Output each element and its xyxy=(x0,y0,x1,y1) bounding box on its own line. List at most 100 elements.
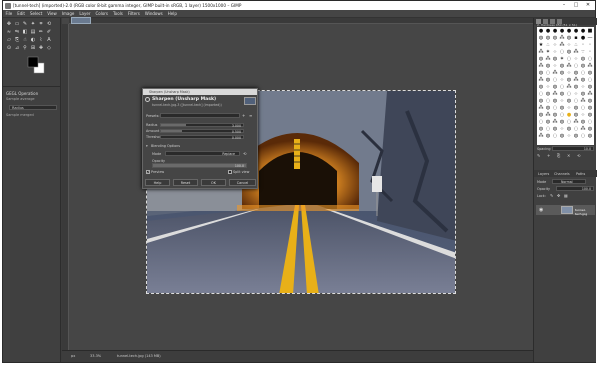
brush-item[interactable]: ◍ xyxy=(559,91,565,97)
brush-item[interactable]: ⁂ xyxy=(545,112,551,118)
dodge-icon[interactable]: ◐ xyxy=(30,37,36,43)
brush-item[interactable]: ⁘ xyxy=(566,133,572,139)
spacing-slider[interactable]: 10.0 xyxy=(552,146,594,151)
brush-item[interactable]: ◍ xyxy=(573,133,579,139)
threshold-slider[interactable]: 0.000 xyxy=(160,134,244,140)
move-icon[interactable]: ✥ xyxy=(6,21,12,27)
brush-item[interactable]: ◌ xyxy=(587,77,593,83)
brush-item[interactable]: ◌ xyxy=(545,126,551,132)
brush-item[interactable]: ◍ xyxy=(587,112,593,118)
brush-item[interactable]: ◍ xyxy=(538,56,544,62)
brush-item[interactable]: ⁘ xyxy=(566,105,572,111)
brush-item[interactable]: ⁂ xyxy=(587,63,593,69)
brush-item[interactable]: ◌ xyxy=(566,119,572,125)
help-button[interactable]: Help xyxy=(145,179,170,186)
brush-item[interactable]: ⁂ xyxy=(566,84,572,90)
brush-item[interactable]: ◍ xyxy=(538,112,544,118)
rect-select-icon[interactable]: ▭ xyxy=(14,21,20,27)
brush-item[interactable]: ⁘ xyxy=(573,91,579,97)
brush-item[interactable]: ◦ xyxy=(587,42,593,48)
brush-item[interactable]: ◌ xyxy=(552,133,558,139)
brush-item[interactable]: ✶ xyxy=(559,56,565,62)
brush-item[interactable]: ⁘ xyxy=(559,126,565,132)
menu-view[interactable]: View xyxy=(45,10,60,18)
brush-item[interactable]: ◌ xyxy=(545,98,551,104)
brush-item[interactable]: ★ xyxy=(538,42,544,48)
menu-file[interactable]: File xyxy=(3,10,15,18)
brush-item[interactable]: ◍ xyxy=(559,133,565,139)
preview-checkbox[interactable]: ✓ xyxy=(146,170,150,174)
brush-item[interactable]: ◍ xyxy=(538,70,544,76)
brush-item[interactable]: ◌ xyxy=(559,112,565,118)
brush-item[interactable]: ◌ xyxy=(559,49,565,55)
brush-item[interactable]: ◌ xyxy=(580,70,586,76)
brush-item[interactable]: ● xyxy=(538,28,544,34)
brush-item[interactable]: ◌ xyxy=(566,56,572,62)
brush-item[interactable]: ● xyxy=(573,28,579,34)
brush-item[interactable]: ⁘ xyxy=(580,84,586,90)
brush-item[interactable]: ◍ xyxy=(566,77,572,83)
brush-item[interactable]: ■ xyxy=(587,28,593,34)
brush-item[interactable]: ⁂ xyxy=(552,119,558,125)
brush-item[interactable]: ◌ xyxy=(552,105,558,111)
brush-item[interactable]: ⁘ xyxy=(580,112,586,118)
fuzzy-select-icon[interactable]: ✦ xyxy=(30,21,36,27)
brush-item[interactable]: ◦ xyxy=(587,49,593,55)
brush-item[interactable]: ⁘ xyxy=(559,77,565,83)
smudge-icon[interactable]: ☝ xyxy=(22,37,28,43)
brush-item[interactable]: ⁂ xyxy=(573,119,579,125)
brush-item[interactable]: ◍ xyxy=(559,119,565,125)
text-icon[interactable]: A xyxy=(46,37,52,43)
brush-item[interactable]: ◍ xyxy=(587,98,593,104)
brush-item[interactable]: ⁂ xyxy=(538,105,544,111)
amount-slider[interactable]: 0.500 xyxy=(160,128,244,134)
gradient-icon[interactable]: ▤ xyxy=(30,29,36,35)
zoom-icon[interactable]: ⚲ xyxy=(22,45,28,51)
menu-select[interactable]: Select xyxy=(27,10,44,18)
brush-item[interactable]: ◌ xyxy=(580,105,586,111)
brush-item[interactable]: ⁂ xyxy=(573,77,579,83)
brush-item[interactable]: ◌ xyxy=(587,119,593,125)
brush-item[interactable]: ⁘ xyxy=(545,84,551,90)
brush-item[interactable]: ● xyxy=(566,28,572,34)
brush-item[interactable]: ◍ xyxy=(566,35,572,41)
brush-item[interactable]: ⁂ xyxy=(538,77,544,83)
sample-merged-checkbox[interactable]: Sample merged xyxy=(6,113,34,117)
menu-filters[interactable]: Filters xyxy=(125,10,142,18)
edit-brush-icon[interactable]: ✎ xyxy=(537,153,540,158)
brush-item[interactable]: ● xyxy=(552,28,558,34)
brush-item[interactable]: ● xyxy=(580,28,586,34)
brush-item[interactable]: ∴ xyxy=(573,42,579,48)
mode-reset-icon[interactable]: ⟲ xyxy=(243,151,246,156)
brush-item[interactable]: ◍ xyxy=(566,126,572,132)
sample-average-checkbox[interactable]: Sample average xyxy=(6,97,35,101)
close-button[interactable]: ✕ xyxy=(581,1,595,10)
brush-item[interactable]: ⁘ xyxy=(552,49,558,55)
brush-item[interactable]: ◌ xyxy=(573,98,579,104)
image-tab-thumbnail[interactable] xyxy=(71,17,91,24)
brush-item[interactable]: ⁂ xyxy=(538,63,544,69)
fill-icon[interactable]: ◧ xyxy=(22,29,28,35)
brush-item[interactable]: ◌ xyxy=(559,84,565,90)
blending-expander-icon[interactable]: ▾ xyxy=(146,144,148,148)
brush-item[interactable]: ◍ xyxy=(587,84,593,90)
brush-item[interactable]: ◍ xyxy=(580,63,586,69)
duplicate-brush-icon[interactable]: ⎘ xyxy=(557,153,560,158)
brush-item[interactable]: ◌ xyxy=(573,126,579,132)
measure-icon[interactable]: ⊿ xyxy=(14,45,20,51)
menu-colors[interactable]: Colors xyxy=(93,10,111,18)
brush-item[interactable]: ⁂ xyxy=(566,63,572,69)
brush-item[interactable]: ◍ xyxy=(587,133,593,139)
refresh-brushes-icon[interactable]: ⟲ xyxy=(577,153,580,158)
brush-item[interactable]: ◌ xyxy=(538,119,544,125)
brush-item[interactable]: ◌ xyxy=(538,91,544,97)
horizontal-ruler[interactable] xyxy=(69,17,533,24)
brush-item[interactable]: ● xyxy=(559,28,565,34)
brush-item[interactable]: ◍ xyxy=(573,70,579,76)
brush-item[interactable]: ◍ xyxy=(573,84,579,90)
brush-item[interactable]: ◍ xyxy=(552,84,558,90)
eraser-icon[interactable]: ▱ xyxy=(6,37,12,43)
lock-position-icon[interactable]: ✥ xyxy=(557,193,560,198)
layer-name[interactable]: tunnel-tech.jpg xyxy=(575,208,596,216)
add-preset-icon[interactable]: + xyxy=(242,113,248,118)
